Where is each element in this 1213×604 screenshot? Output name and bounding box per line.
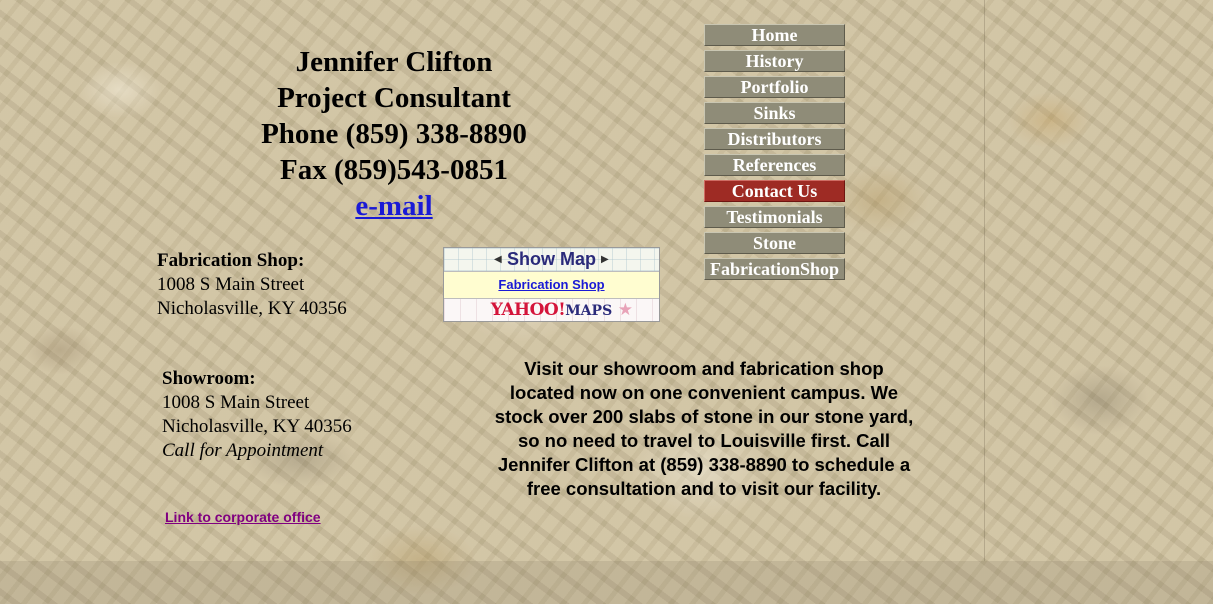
fabrication-shop-heading: Fabrication Shop: — [157, 250, 305, 271]
promo-text: Visit our showroom and fabrication shop … — [494, 358, 914, 499]
showroom-address: Showroom: 1008 S Main Street Nicholasvil… — [162, 367, 352, 463]
nav-item-fabrication-shop[interactable]: FabricationShop — [704, 258, 845, 280]
contact-fax: Fax (859)543-0851 — [280, 154, 508, 186]
email-link[interactable]: e-mail — [355, 190, 432, 222]
yahoo-map-widget: ◀ Show Map ▶ Fabrication Shop YAHOO!MAPS… — [443, 247, 660, 322]
showroom-city: Nicholasville, KY 40356 — [162, 416, 352, 437]
nav-item-history[interactable]: History — [704, 50, 845, 72]
arrow-left-icon: ◀ — [494, 254, 502, 265]
showroom-heading: Showroom: — [162, 368, 256, 389]
arrow-right-icon: ▶ — [601, 254, 609, 265]
map-location-link[interactable]: Fabrication Shop — [498, 277, 604, 292]
yahoo-brand: YAHOO! — [490, 300, 566, 320]
nav-item-portfolio[interactable]: Portfolio — [704, 76, 845, 98]
contact-block: Jennifer Clifton Project Consultant Phon… — [230, 44, 558, 224]
yahoo-maps-logo[interactable]: YAHOO!MAPS ★ — [444, 299, 659, 321]
page-background-band — [0, 561, 1213, 604]
contact-title: Project Consultant — [277, 82, 511, 114]
star-icon: ★ — [617, 300, 633, 319]
nav-item-stone[interactable]: Stone — [704, 232, 845, 254]
show-map-label: Show Map — [507, 249, 596, 269]
showroom-street: 1008 S Main Street — [162, 392, 310, 413]
contact-phone: Phone (859) 338-8890 — [261, 118, 527, 150]
nav-item-contact-us[interactable]: Contact Us — [704, 180, 845, 202]
fabrication-shop-address: Fabrication Shop: 1008 S Main Street Nic… — [157, 249, 347, 321]
nav-item-sinks[interactable]: Sinks — [704, 102, 845, 124]
showroom-note: Call for Appointment — [162, 440, 324, 461]
background-tile-seam — [984, 0, 985, 561]
map-location-row: Fabrication Shop — [444, 272, 659, 299]
maps-brand: MAPS — [565, 303, 613, 319]
show-map-button[interactable]: ◀ Show Map ▶ — [444, 248, 659, 272]
fabrication-shop-street: 1008 S Main Street — [157, 274, 305, 295]
fabrication-shop-city: Nicholasville, KY 40356 — [157, 298, 347, 319]
nav-item-home[interactable]: Home — [704, 24, 845, 46]
corporate-office-link[interactable]: Link to corporate office — [165, 509, 321, 525]
nav-item-references[interactable]: References — [704, 154, 845, 176]
nav-item-testimonials[interactable]: Testimonials — [704, 206, 845, 228]
main-nav: Home History Portfolio Sinks Distributor… — [704, 24, 845, 284]
nav-item-distributors[interactable]: Distributors — [704, 128, 845, 150]
contact-name: Jennifer Clifton — [295, 46, 493, 78]
